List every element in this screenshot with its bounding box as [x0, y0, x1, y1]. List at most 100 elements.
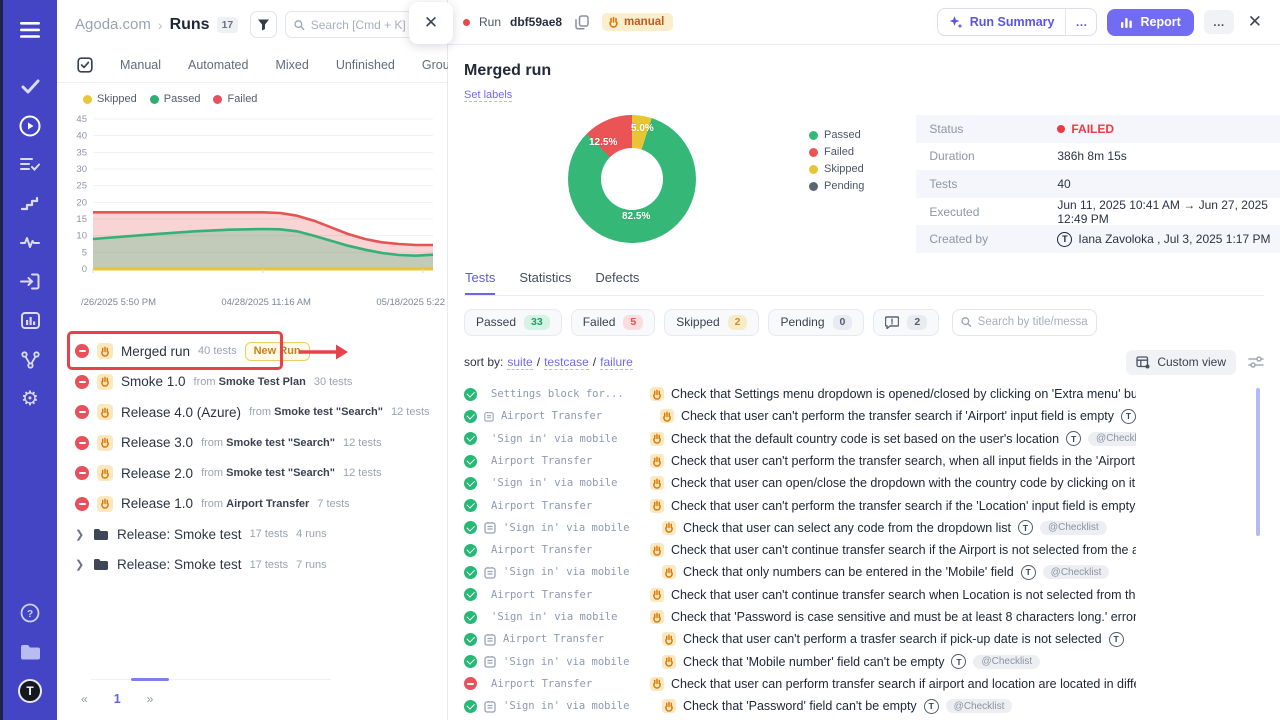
run-list-item[interactable]: Smoke 1.0 from Smoke Test Plan 30 tests — [75, 367, 429, 398]
filter-chip-passed[interactable]: Passed 33 — [464, 309, 562, 336]
tune-icon[interactable] — [1248, 355, 1264, 369]
run-list-item[interactable]: Release 2.0 from Smoke test "Search" 12 … — [75, 458, 429, 489]
list-check-icon[interactable] — [3, 145, 57, 184]
filter-count: 0 — [833, 315, 853, 330]
tab-defects[interactable]: Defects — [595, 270, 639, 295]
hand-icon — [100, 468, 110, 479]
hand-icon — [652, 612, 662, 623]
close-detail-button[interactable]: ✕ — [1244, 10, 1266, 34]
runs-tab-unfinished[interactable]: Unfinished — [336, 58, 395, 72]
svg-text:25: 25 — [76, 181, 87, 192]
folder-icon — [93, 528, 109, 541]
runs-tab-manual[interactable]: Manual — [120, 58, 161, 72]
runs-filter-tabs: ManualAutomatedMixedUnfinishedGroups — [57, 47, 447, 83]
hand-icon — [652, 545, 662, 556]
filter-button[interactable] — [250, 11, 277, 38]
test-row[interactable]: 'Sign in' via mobile Check that 'Passwor… — [464, 606, 1136, 628]
hand-icon — [664, 522, 674, 533]
test-row[interactable]: Airport Transfer Check that user can't p… — [464, 405, 1136, 427]
hand-icon — [664, 634, 674, 645]
test-row[interactable]: Airport Transfer Check that user can't p… — [464, 450, 1136, 472]
report-button[interactable]: Report — [1107, 9, 1193, 36]
test-suite-name: 'Sign in' via mobile — [491, 477, 643, 489]
test-row[interactable]: Settings block for... Check that Setting… — [464, 383, 1136, 405]
tests-search[interactable] — [952, 309, 1097, 336]
run-summary-more-button[interactable]: … — [1065, 9, 1096, 35]
run-failed-icon — [75, 405, 89, 419]
test-row[interactable]: 'Sign in' via mobile Check that 'Passwor… — [464, 695, 1136, 717]
test-row[interactable]: Airport Transfer Check that user can't c… — [464, 584, 1136, 606]
run-title: Merged run — [464, 62, 1264, 80]
pagination-next[interactable]: » — [147, 692, 154, 706]
run-list-item[interactable]: Release 1.0 from Airport Transfer 7 test… — [75, 489, 429, 520]
run-list-item[interactable]: Release 4.0 (Azure) from Smoke test "Sea… — [75, 397, 429, 428]
steps-icon[interactable] — [3, 184, 57, 223]
pagination-prev[interactable]: « — [81, 692, 88, 706]
runs-search-input[interactable] — [311, 18, 424, 32]
run-list-item[interactable]: Merged run 40 tests New Run — [75, 336, 429, 367]
sort-link-testcase[interactable]: testcase — [544, 355, 589, 370]
manual-test-icon — [650, 588, 664, 602]
test-row[interactable]: Airport Transfer Check that user can't c… — [464, 539, 1136, 561]
tab-statistics[interactable]: Statistics — [519, 270, 571, 295]
test-suite-name: Airport Transfer — [503, 633, 655, 645]
tests-search-input[interactable] — [978, 316, 1089, 328]
app-sidebar: ⚙ ? T — [0, 0, 57, 720]
test-row[interactable]: 'Sign in' via mobile Check that user can… — [464, 472, 1136, 494]
svg-text:?: ? — [27, 609, 33, 620]
branch-icon[interactable] — [3, 340, 57, 379]
test-row[interactable]: 'Sign in' via mobile Check that the defa… — [464, 428, 1136, 450]
sign-in-icon[interactable] — [3, 262, 57, 301]
test-row[interactable]: Airport Transfer Check that user can't p… — [464, 494, 1136, 516]
copy-icon[interactable] — [571, 11, 593, 33]
test-row[interactable]: 'Sign in' via mobile Check that only num… — [464, 561, 1136, 583]
play-circle-icon[interactable] — [3, 106, 57, 145]
check-icon[interactable] — [3, 67, 57, 106]
gear-icon[interactable]: ⚙ — [3, 379, 57, 418]
test-row[interactable]: 'Sign in' via mobile Check that 'Mobile … — [464, 651, 1136, 673]
sort-link-suite[interactable]: suite — [507, 355, 532, 370]
chevron-right-icon[interactable]: ❯ — [75, 528, 85, 541]
x-label-start: /26/2025 5:50 PM — [81, 297, 156, 308]
select-runs-icon[interactable] — [77, 57, 93, 73]
runs-tab-automated[interactable]: Automated — [188, 58, 248, 72]
custom-view-button[interactable]: Custom view — [1126, 350, 1236, 375]
sort-link-failure[interactable]: failure — [600, 355, 633, 370]
filter-chip-failed[interactable]: Failed 5 — [571, 309, 656, 336]
test-title: Check that the default country code is s… — [671, 432, 1059, 446]
help-icon[interactable]: ? — [3, 593, 57, 632]
test-row[interactable]: Airport Transfer Check that user can per… — [464, 673, 1136, 695]
scrollbar-thumb[interactable] — [1256, 388, 1260, 536]
folder-icon[interactable] — [3, 632, 57, 671]
test-row[interactable]: Airport Transfer Check that user can't p… — [464, 628, 1136, 650]
test-status-passed-icon — [464, 432, 477, 445]
test-suite-name: Airport Transfer — [501, 410, 653, 422]
close-panel-button[interactable]: ✕ — [409, 2, 453, 44]
runs-tab-mixed[interactable]: Mixed — [275, 58, 308, 72]
pagination-page-1[interactable]: 1 — [114, 692, 121, 706]
run-summary-button[interactable]: Run Summary — [938, 9, 1066, 35]
test-row[interactable]: 'Sign in' via mobile Check that user can… — [464, 517, 1136, 539]
filter-chip-skipped[interactable]: Skipped 2 — [664, 309, 759, 336]
chevron-right-icon[interactable]: ❯ — [75, 558, 85, 571]
more-actions-button[interactable]: … — [1204, 10, 1234, 34]
pulse-icon[interactable] — [3, 223, 57, 262]
filter-chip-pending[interactable]: Pending 0 — [768, 309, 864, 336]
user-avatar[interactable]: T — [3, 671, 57, 710]
run-list-item[interactable]: Release 3.0 from Smoke test "Search" 12 … — [75, 428, 429, 459]
bar-chart-icon[interactable] — [3, 301, 57, 340]
run-folder-item[interactable]: ❯ Release: Smoke test 17 tests 7 runs — [75, 550, 429, 581]
set-labels-link[interactable]: Set labels — [464, 89, 512, 102]
manual-test-icon — [662, 655, 676, 669]
tab-tests[interactable]: Tests — [465, 270, 495, 295]
run-folder-item[interactable]: ❯ Release: Smoke test 17 tests 4 runs — [75, 519, 429, 550]
breadcrumb-project[interactable]: Agoda.com — [75, 16, 151, 33]
test-title: Check that 'Password is case sensitive a… — [671, 610, 1136, 624]
creator-avatar: T — [1057, 232, 1072, 247]
filter-label: Failed — [583, 315, 616, 329]
comments-filter-chip[interactable]: 2 — [873, 309, 939, 336]
search-icon — [294, 19, 304, 31]
menu-icon[interactable] — [3, 10, 57, 49]
creator-value: Iana Zavoloka , Jul 3, 2025 1:17 PM — [1078, 232, 1270, 246]
folder-tests-count: 17 tests — [250, 559, 289, 571]
